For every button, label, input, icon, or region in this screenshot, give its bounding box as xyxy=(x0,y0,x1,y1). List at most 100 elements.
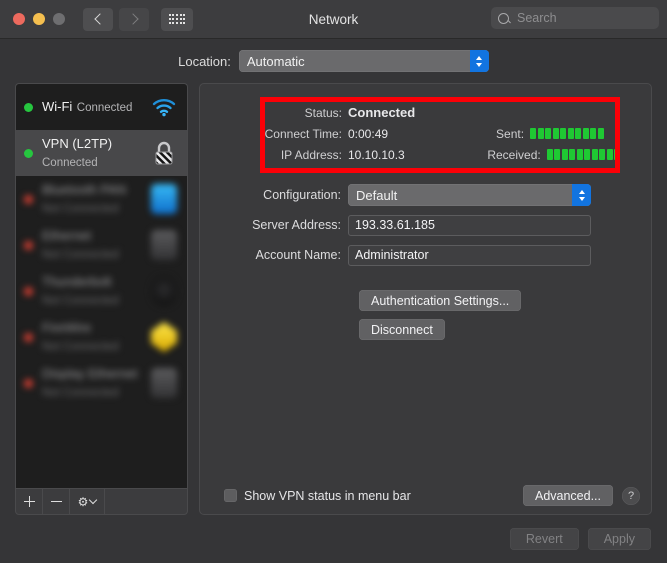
show-vpn-status-label: Show VPN status in menu bar xyxy=(244,488,411,503)
ip-address-value: 10.10.10.3 xyxy=(348,147,405,162)
status-dot-icon xyxy=(24,378,33,388)
service-status: Connected xyxy=(42,157,98,169)
service-name: Ethernet xyxy=(42,228,92,243)
service-status: Connected xyxy=(76,102,133,114)
ip-address-row: IP Address: 10.10.10.3 Received: xyxy=(200,145,651,164)
location-stepper-icon xyxy=(469,50,489,72)
search-input[interactable] xyxy=(515,10,652,26)
configuration-label: Configuration: xyxy=(263,188,341,202)
service-status: Not Connected xyxy=(42,387,119,399)
service-row-redacted[interactable]: Ethernet Not Connected xyxy=(16,222,187,268)
account-name-row: Account Name: Administrator xyxy=(200,244,651,266)
close-window-button[interactable] xyxy=(13,13,25,25)
service-name: Thunderbolt xyxy=(42,274,112,289)
service-row-vpn-l2tp[interactable]: VPN (L2TP) Connected xyxy=(16,130,187,176)
display-icon xyxy=(150,368,178,398)
service-list[interactable]: Wi-Fi Connected VPN (L2TP) Connected Blu… xyxy=(15,83,188,488)
forward-button[interactable] xyxy=(119,7,149,31)
service-status: Not Connected xyxy=(42,203,119,215)
ethernet-icon xyxy=(150,230,178,260)
received-label: Received: xyxy=(487,147,541,162)
authentication-settings-button[interactable]: Authentication Settings... xyxy=(359,290,522,311)
minimize-window-button[interactable] xyxy=(33,13,45,25)
server-address-row: Server Address: 193.33.61.185 xyxy=(200,214,651,236)
configuration-row: Configuration: Default xyxy=(200,184,651,206)
revert-button[interactable]: Revert xyxy=(509,528,579,550)
service-status: Not Connected xyxy=(42,341,119,353)
ip-address-label: IP Address: xyxy=(280,147,342,162)
status-label: Status: xyxy=(304,105,342,120)
chevron-down-icon xyxy=(89,495,98,505)
location-label: Location: xyxy=(178,53,231,69)
service-sidebar: Wi-Fi Connected VPN (L2TP) Connected Blu… xyxy=(15,83,188,515)
chevron-right-icon xyxy=(126,13,139,25)
connect-time-label: Connect Time: xyxy=(264,126,342,141)
minus-icon xyxy=(50,496,62,507)
chevron-left-icon xyxy=(93,13,106,25)
service-status: Not Connected xyxy=(42,295,119,307)
window-footer: Revert Apply xyxy=(0,515,667,563)
advanced-button[interactable]: Advanced... xyxy=(522,485,613,506)
content-area: Wi-Fi Connected VPN (L2TP) Connected Blu… xyxy=(0,83,667,515)
window-titlebar: Network xyxy=(0,0,667,39)
service-row-redacted[interactable]: Display Ethernet Not Connected xyxy=(16,360,187,406)
service-name: Display Ethernet xyxy=(42,366,138,381)
show-vpn-status-checkbox-wrap[interactable]: Show VPN status in menu bar xyxy=(224,489,411,503)
firewire-icon xyxy=(150,322,178,352)
navigation-buttons xyxy=(83,7,149,31)
disconnect-button[interactable]: Disconnect xyxy=(359,319,445,340)
service-row-redacted[interactable]: Bluetooth PAN Not Connected xyxy=(16,176,187,222)
service-row-redacted[interactable]: Thunderbolt Not Connected xyxy=(16,268,187,314)
show-all-preferences-button[interactable] xyxy=(161,7,193,31)
service-name: Bluetooth PAN xyxy=(42,182,127,197)
status-dot-icon xyxy=(24,332,33,342)
status-dot-icon xyxy=(24,102,33,112)
vpn-action-buttons: Authentication Settings... Disconnect xyxy=(359,290,522,340)
location-row: Location: Automatic xyxy=(0,39,667,83)
account-name-value: Administrator xyxy=(355,248,429,262)
status-dot-icon xyxy=(24,194,33,204)
back-button[interactable] xyxy=(83,7,113,31)
configuration-popup-button[interactable]: Default xyxy=(348,184,591,206)
search-field[interactable] xyxy=(491,7,659,29)
sent-label: Sent: xyxy=(496,126,525,141)
service-name: VPN (L2TP) xyxy=(42,136,113,151)
vpn-settings-form: Configuration: Default Server Address: 1… xyxy=(200,184,651,274)
remove-service-button[interactable] xyxy=(43,489,70,514)
service-name: FireWire xyxy=(42,320,92,335)
vpn-detail-panel: Status: Connected Connect Time: 0:00:49 … xyxy=(199,83,652,515)
network-preferences-window: Network Location: Automatic Wi-Fi Conn xyxy=(0,0,667,563)
received-activity-bars xyxy=(546,149,621,160)
status-dot-icon xyxy=(24,148,33,158)
zoom-window-button[interactable] xyxy=(53,13,65,25)
panel-bottom-row: Show VPN status in menu bar Advanced... … xyxy=(200,485,651,506)
status-dot-icon xyxy=(24,286,33,296)
traffic-light-group xyxy=(13,13,65,25)
service-list-toolbar: ⚙ xyxy=(15,488,188,515)
account-name-field[interactable]: Administrator xyxy=(348,244,591,266)
thunderbolt-icon xyxy=(150,276,178,306)
connection-status-group: Status: Connected Connect Time: 0:00:49 … xyxy=(200,103,651,166)
account-name-label: Account Name: xyxy=(255,248,341,262)
apply-button[interactable]: Apply xyxy=(587,528,651,550)
status-dot-icon xyxy=(24,240,33,250)
search-icon xyxy=(498,12,509,24)
service-row-wifi[interactable]: Wi-Fi Connected xyxy=(16,84,187,130)
service-status: Not Connected xyxy=(42,249,119,261)
service-name: Wi-Fi xyxy=(42,99,73,114)
server-address-field[interactable]: 193.33.61.185 xyxy=(348,214,591,236)
wifi-icon xyxy=(150,93,178,121)
sent-activity-bars xyxy=(530,128,604,139)
location-popup-button[interactable]: Automatic xyxy=(238,50,489,72)
status-value: Connected xyxy=(348,105,416,120)
gear-icon: ⚙ xyxy=(77,494,89,509)
connect-time-row: Connect Time: 0:00:49 Sent: xyxy=(200,124,651,143)
service-actions-button[interactable]: ⚙ xyxy=(70,489,105,514)
add-service-button[interactable] xyxy=(16,489,43,514)
help-button[interactable]: ? xyxy=(622,486,640,505)
location-value: Automatic xyxy=(246,53,305,69)
server-address-label: Server Address: xyxy=(252,218,341,232)
show-vpn-status-checkbox[interactable] xyxy=(224,489,237,502)
show-all-preferences-icon xyxy=(168,14,186,24)
service-row-redacted[interactable]: FireWire Not Connected xyxy=(16,314,187,360)
